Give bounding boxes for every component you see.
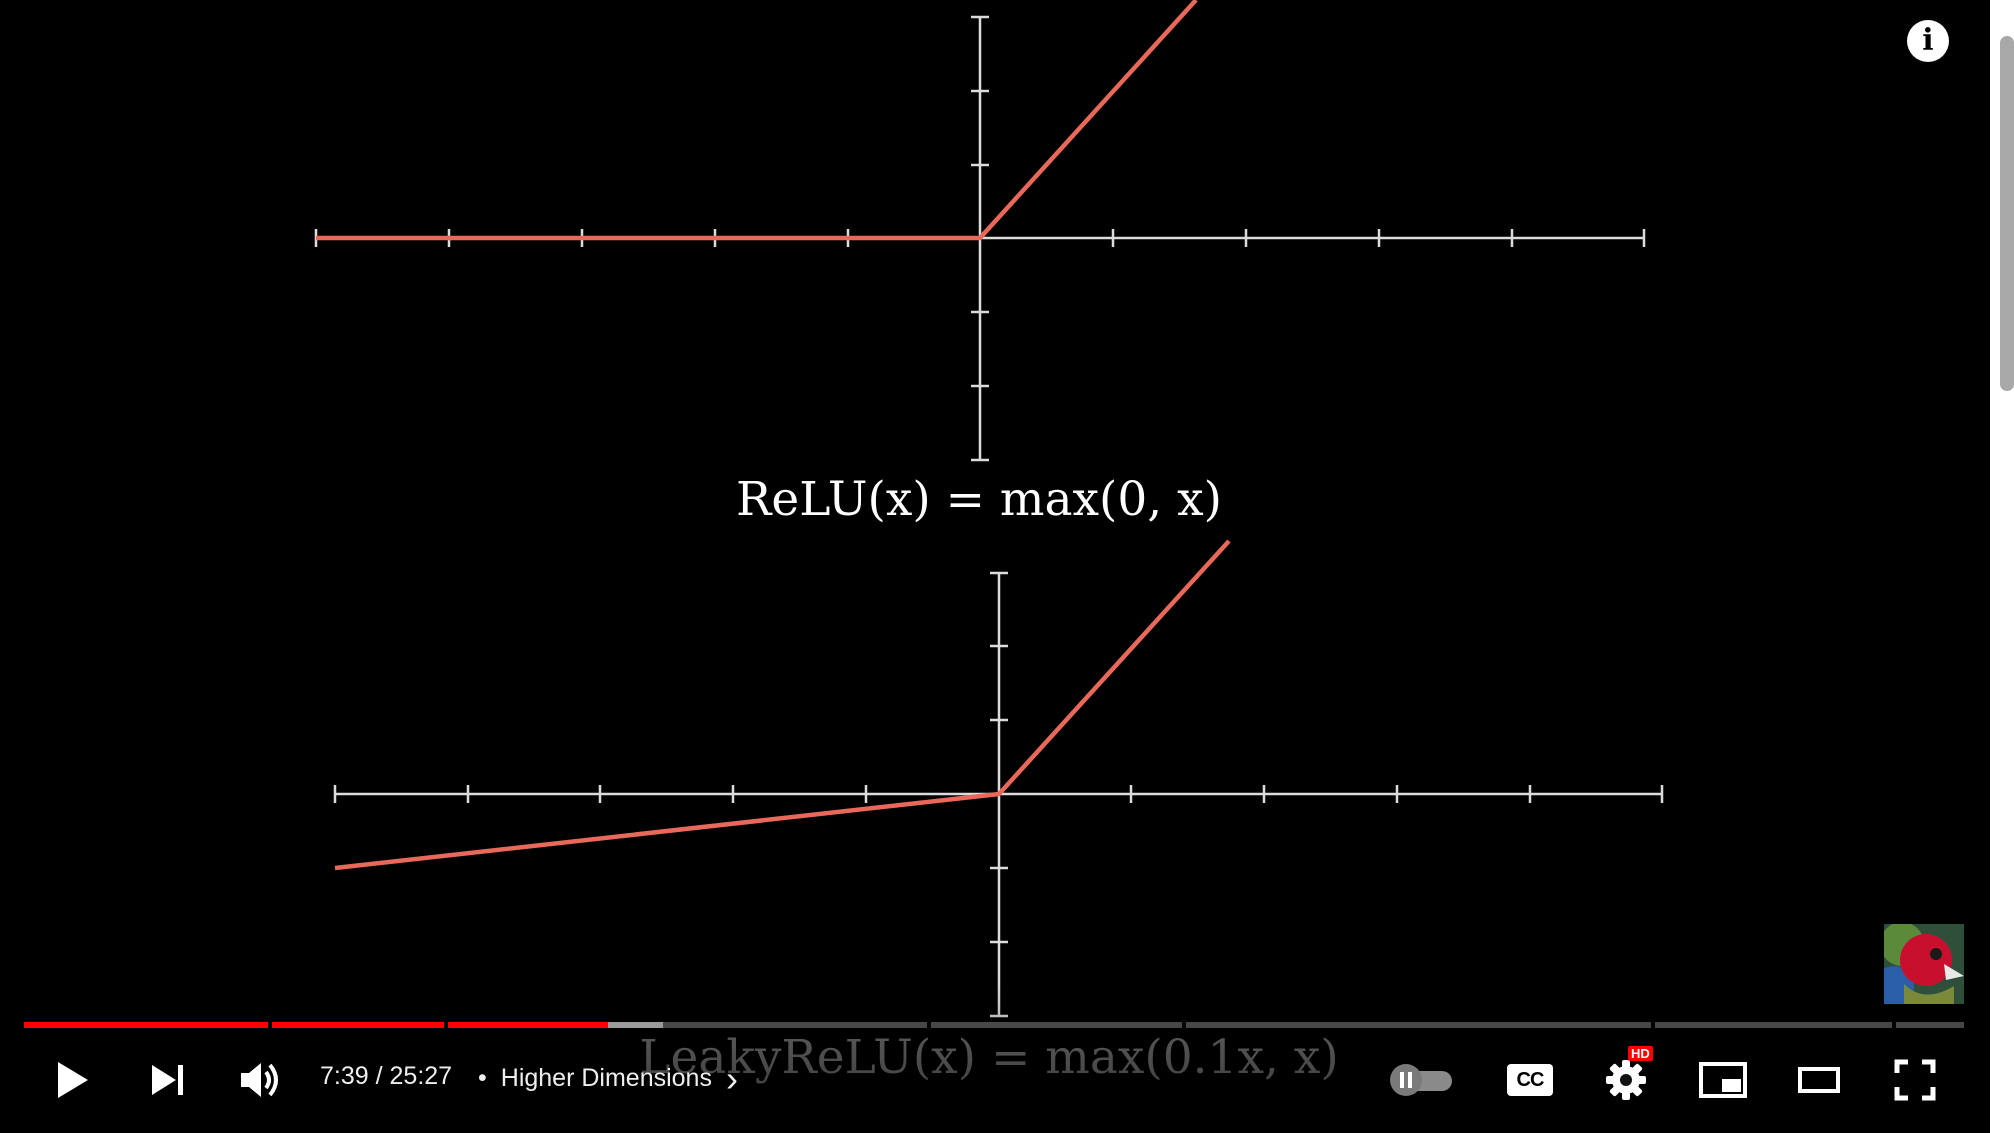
chapter-title: Higher Dimensions	[500, 1064, 712, 1092]
captions-button[interactable]: CC	[1504, 1040, 1556, 1120]
theater-mode-icon	[1798, 1067, 1840, 1093]
leaky-relu-curve	[334, 539, 1231, 871]
theater-mode-button[interactable]	[1792, 1040, 1846, 1120]
miniplayer-icon	[1699, 1062, 1747, 1098]
chapter-title-button[interactable]: • Higher Dimensions ›	[478, 1058, 738, 1099]
next-icon	[152, 1065, 183, 1095]
relu-curve	[316, 0, 1198, 241]
progress-chapter-segment[interactable]	[931, 1022, 1182, 1028]
played-fill	[448, 1022, 608, 1028]
current-time: 7:39	[320, 1062, 369, 1090]
autoplay-toggle-icon	[1390, 1064, 1452, 1096]
hd-badge: HD	[1628, 1046, 1653, 1061]
play-button[interactable]	[48, 1040, 96, 1120]
duration: 25:27	[389, 1062, 453, 1090]
settings-button[interactable]: HD	[1600, 1040, 1653, 1120]
progress-chapter-segment[interactable]	[1186, 1022, 1651, 1028]
played-fill	[24, 1022, 268, 1028]
channel-watermark[interactable]	[1884, 924, 1964, 1004]
captions-icon: CC	[1507, 1064, 1553, 1096]
time-display: 7:39 / 25:27	[320, 1062, 452, 1091]
fullscreen-button[interactable]	[1888, 1040, 1942, 1120]
play-icon	[58, 1062, 88, 1098]
captions-label: CC	[1516, 1069, 1545, 1091]
relu-formula: ReLU(x) = max(0, x)	[736, 472, 1222, 527]
mute-button[interactable]	[236, 1040, 286, 1120]
video-player[interactable]: ReLU(x) = max(0, x) LeakyReLU(x) = max(0…	[0, 0, 1990, 1133]
progress-chapter-segment[interactable]	[24, 1022, 268, 1028]
progress-bar[interactable]	[24, 1022, 1964, 1028]
next-button[interactable]	[144, 1040, 192, 1120]
progress-chapter-segment[interactable]	[1655, 1022, 1892, 1028]
volume-icon	[241, 1063, 278, 1097]
progress-chapter-segment[interactable]	[272, 1022, 444, 1028]
autoplay-toggle[interactable]	[1386, 1040, 1456, 1120]
chevron-right-icon: ›	[725, 1058, 738, 1099]
progress-chapter-segment[interactable]	[448, 1022, 927, 1028]
chapter-dot: •	[478, 1064, 487, 1092]
video-frame[interactable]	[0, 0, 1990, 1133]
progress-chapter-segment[interactable]	[1896, 1022, 1964, 1028]
played-fill	[272, 1022, 444, 1028]
time-separator: /	[368, 1062, 390, 1090]
settings-gear-icon	[1606, 1060, 1646, 1100]
miniplayer-button[interactable]	[1696, 1040, 1750, 1120]
fullscreen-icon	[1894, 1059, 1936, 1101]
info-icon[interactable]: i	[1907, 20, 1949, 62]
player-controls: CC HD	[0, 1040, 1990, 1120]
scrollbar-thumb[interactable]	[2000, 36, 2014, 391]
